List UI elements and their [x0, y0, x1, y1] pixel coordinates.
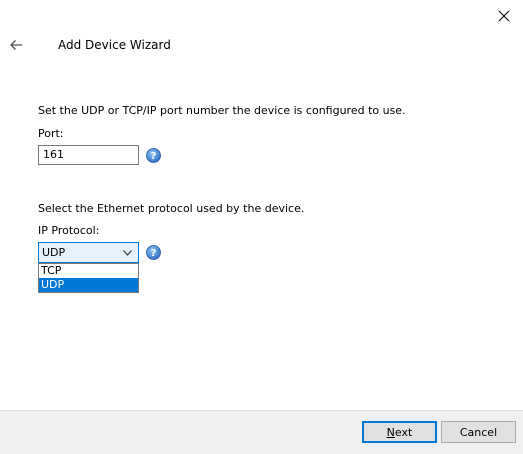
chevron-down-icon [123, 249, 132, 256]
port-label: Port: [38, 127, 64, 140]
protocol-option-tcp[interactable]: TCP [39, 264, 138, 278]
close-icon [498, 10, 510, 22]
cancel-button[interactable]: Cancel [441, 421, 516, 443]
back-button[interactable] [5, 36, 27, 54]
protocol-select-value: UDP [42, 246, 66, 259]
help-icon: ? [146, 245, 161, 260]
port-instruction: Set the UDP or TCP/IP port number the de… [38, 104, 406, 117]
next-button[interactable]: Next [362, 421, 437, 443]
back-arrow-icon [10, 40, 22, 50]
protocol-option-udp[interactable]: UDP [39, 278, 138, 292]
help-icon: ? [146, 148, 161, 163]
protocol-label: IP Protocol: [38, 224, 100, 237]
next-mnemonic: N [386, 425, 395, 439]
svg-text:?: ? [151, 248, 157, 259]
port-help-button[interactable]: ? [146, 148, 161, 163]
protocol-instruction: Select the Ethernet protocol used by the… [38, 202, 305, 215]
port-input[interactable]: 161 [38, 145, 139, 165]
svg-text:?: ? [151, 151, 157, 162]
close-button[interactable] [492, 5, 516, 27]
protocol-dropdown-list: TCP UDP [38, 263, 139, 293]
next-label: ext [394, 425, 413, 439]
protocol-help-button[interactable]: ? [146, 245, 161, 260]
protocol-select[interactable]: UDP [38, 242, 139, 263]
wizard-title: Add Device Wizard [58, 38, 171, 52]
